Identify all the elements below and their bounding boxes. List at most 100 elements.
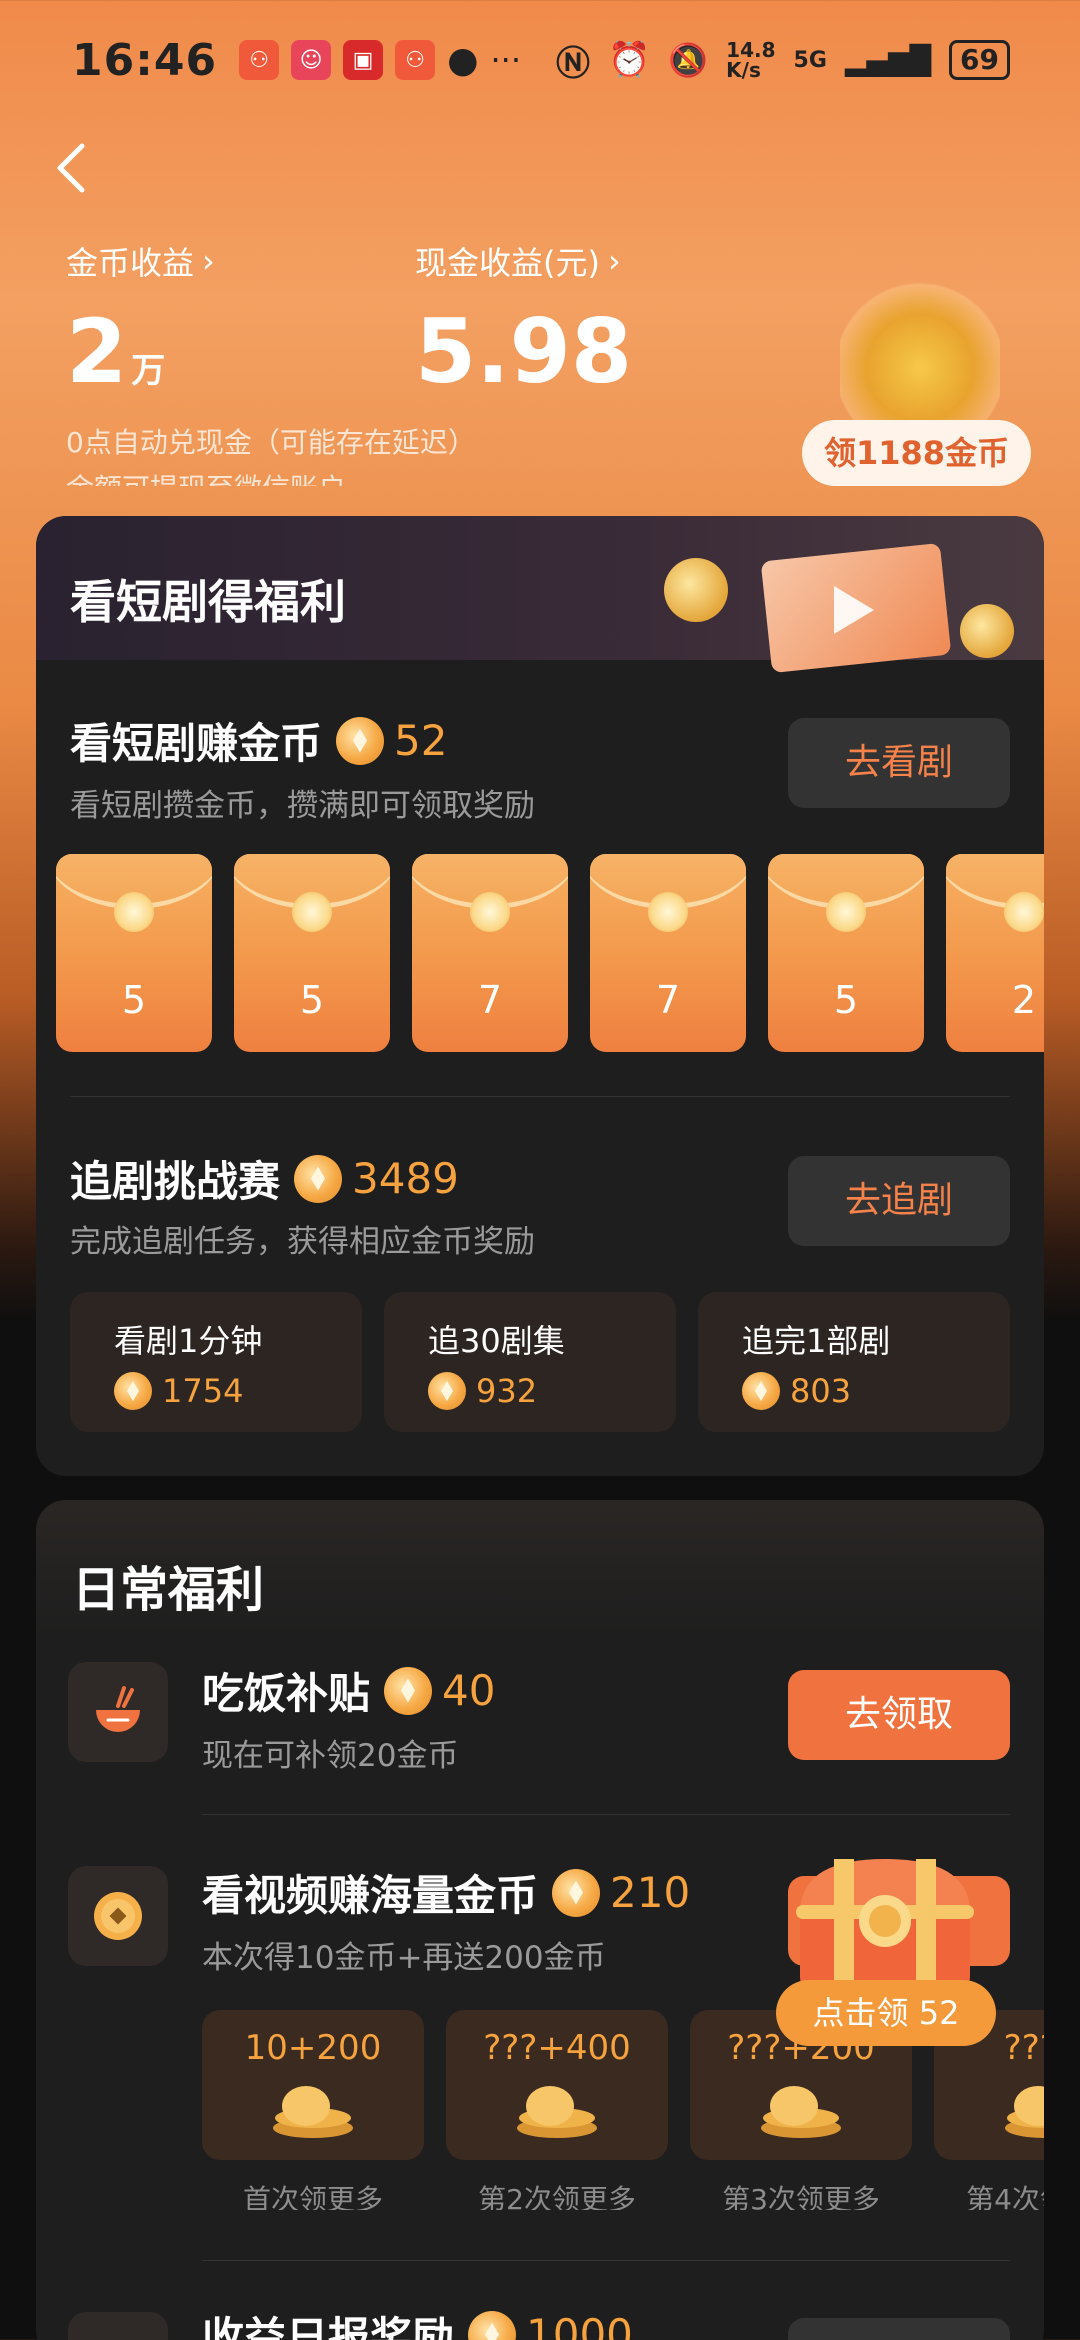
envelope-value: 7: [477, 978, 503, 1022]
coin-icon: [468, 2310, 517, 2340]
watch-drama-label: 看短剧赚金币: [70, 719, 323, 768]
challenge-task-chip[interactable]: 追完1部剧 803: [698, 1292, 1010, 1432]
meal-subsidy-subtitle: 现在可补领20金币: [202, 1738, 459, 1774]
status-bar: 16:46 ⚇ ☺ ▣ ⚇ ● ··· Ⓝ ⏰ 🔕 14.8 K/s 5G ▂▄…: [0, 0, 1080, 120]
coin-icon: [114, 1372, 152, 1410]
pinduoduo-app-icon: ☺: [291, 40, 332, 80]
coin-jar-icon: [840, 280, 1000, 440]
drama-card-header: 看短剧得福利: [36, 516, 1044, 674]
back-button[interactable]: [52, 140, 102, 200]
tile-caption: 首次领更多: [242, 2183, 383, 2210]
red-envelope[interactable]: 5: [56, 854, 212, 1052]
tile-value: ???+400: [483, 2028, 631, 2068]
income-note-line1: 0点自动兑现金（可能存在延迟）: [66, 426, 476, 459]
red-envelope[interactable]: 5: [768, 854, 924, 1052]
news-app-icon: ▣: [343, 40, 384, 80]
task-coins: 932: [476, 1372, 538, 1410]
envelope-knob-icon: [114, 892, 154, 932]
chest-claim-button[interactable]: 点击领 52: [776, 1980, 996, 2046]
alarm-icon: ⏰: [607, 40, 651, 80]
envelope-value: 5: [833, 978, 859, 1022]
meal-subsidy-label: 吃饭补贴: [202, 1669, 371, 1718]
coin-income-label: 金币收益: [66, 244, 195, 282]
coin-icon: [742, 1372, 780, 1410]
report-coin-icon: [90, 2334, 146, 2340]
task-label: 追完1部剧: [742, 1322, 891, 1360]
coin-income-unit: 万: [131, 351, 166, 391]
envelope-value: 2: [1011, 978, 1037, 1022]
envelope-value: 7: [655, 978, 681, 1022]
challenge-coins: 3489: [352, 1154, 459, 1203]
network-type: 5G: [793, 47, 827, 73]
battery-indicator: 69: [949, 40, 1010, 80]
task-label: 看剧1分钟: [114, 1322, 263, 1360]
drama-card-title: 看短剧得福利: [70, 575, 346, 629]
watch-drama-coins: 52: [394, 716, 448, 765]
coin-decoration-icon: [664, 558, 728, 622]
go-watch-button[interactable]: 去看剧: [788, 718, 1010, 808]
daily-report-label: 收益日报奖励: [202, 2313, 455, 2340]
notification-icons: ⚇ ☺ ▣ ⚇ ● ···: [239, 40, 521, 81]
claim-meal-button[interactable]: 去领取: [788, 1670, 1010, 1760]
tile-caption: 第2次领更多: [478, 2183, 636, 2210]
back-arrow-icon: [57, 143, 85, 193]
red-envelope-list[interactable]: 5 5 7 7 5 2: [56, 854, 1044, 1054]
coin-income-block[interactable]: 金币收益 › 2万: [66, 238, 215, 396]
cash-income-block[interactable]: 现金收益(元) › 5.98: [415, 238, 632, 396]
tile-value: 10+200: [244, 2028, 382, 2068]
claim-coins-button[interactable]: 领1188金币: [802, 420, 1032, 486]
network-speed: 14.8 K/s: [726, 38, 776, 82]
task-label: 追30剧集: [428, 1322, 565, 1360]
coin-stack-icon: [1005, 2086, 1044, 2138]
chevron-right-icon: ›: [607, 242, 621, 280]
challenge-task-chip[interactable]: 追30剧集 932: [384, 1292, 676, 1432]
reward-tile[interactable]: 10+200 首次领更多: [202, 2010, 424, 2210]
play-icon: [834, 586, 874, 634]
status-time: 16:46: [72, 34, 218, 86]
video-reward-coins: 210: [610, 1868, 691, 1917]
bowl-icon: [96, 1686, 140, 1732]
cash-income-label: 现金收益(元): [415, 244, 600, 282]
challenge-title: 追剧挑战赛 3489: [70, 1148, 459, 1209]
coin-decoration-icon: [960, 604, 1014, 658]
chevron-right-icon: ›: [202, 242, 215, 280]
meal-bowl-icon: [68, 1662, 168, 1762]
red-envelope[interactable]: 2: [946, 854, 1044, 1052]
video-coin-icon: [68, 1866, 168, 1966]
daily-report-button[interactable]: [788, 2318, 1010, 2340]
coin-icon: [336, 716, 385, 765]
signal-icon: ▂▄▆█: [844, 43, 932, 77]
divider: [202, 2260, 1010, 2261]
challenge-label: 追剧挑战赛: [70, 1157, 281, 1206]
go-chase-button[interactable]: 去追剧: [788, 1156, 1010, 1246]
daily-report-icon: [68, 2312, 168, 2340]
reward-tile[interactable]: ???+400 第2次领更多: [446, 2010, 668, 2210]
kuaishou-app-icon: ⚇: [239, 40, 280, 80]
message-icon: ●: [447, 39, 479, 81]
red-envelope[interactable]: 5: [234, 854, 390, 1052]
envelope-knob-icon: [648, 892, 688, 932]
watch-drama-subtitle: 看短剧攒金币，攒满即可领取奖励: [70, 788, 535, 824]
red-envelope[interactable]: 7: [590, 854, 746, 1052]
task-coins: 1754: [162, 1372, 244, 1410]
meal-subsidy-title: 吃饭补贴 40: [202, 1660, 495, 1721]
watch-drama-title: 看短剧赚金币 52: [70, 710, 447, 771]
envelope-value: 5: [299, 978, 325, 1022]
cash-income-value: 5.98: [415, 300, 633, 403]
meal-subsidy-coins: 40: [442, 1666, 496, 1715]
envelope-knob-icon: [292, 892, 332, 932]
video-reward-label: 看视频赚海量金币: [202, 1871, 539, 1920]
envelope-value: 5: [121, 978, 147, 1022]
coin-icon: [428, 1372, 466, 1410]
coin-icon: [552, 1868, 601, 1917]
challenge-task-chip[interactable]: 看剧1分钟 1754: [70, 1292, 362, 1432]
nfc-icon: Ⓝ: [555, 43, 590, 84]
coin-icon: [294, 1154, 343, 1203]
income-note-line2: 余额可提现至微信账户: [66, 466, 476, 486]
mute-icon: 🔕: [668, 41, 709, 79]
daily-report-title: 收益日报奖励 1000: [202, 2304, 633, 2340]
envelope-knob-icon: [1004, 892, 1044, 932]
red-envelope[interactable]: 7: [412, 854, 568, 1052]
more-notifications-icon: ···: [490, 41, 521, 79]
tile-caption: 第4次领更多: [966, 2183, 1044, 2210]
